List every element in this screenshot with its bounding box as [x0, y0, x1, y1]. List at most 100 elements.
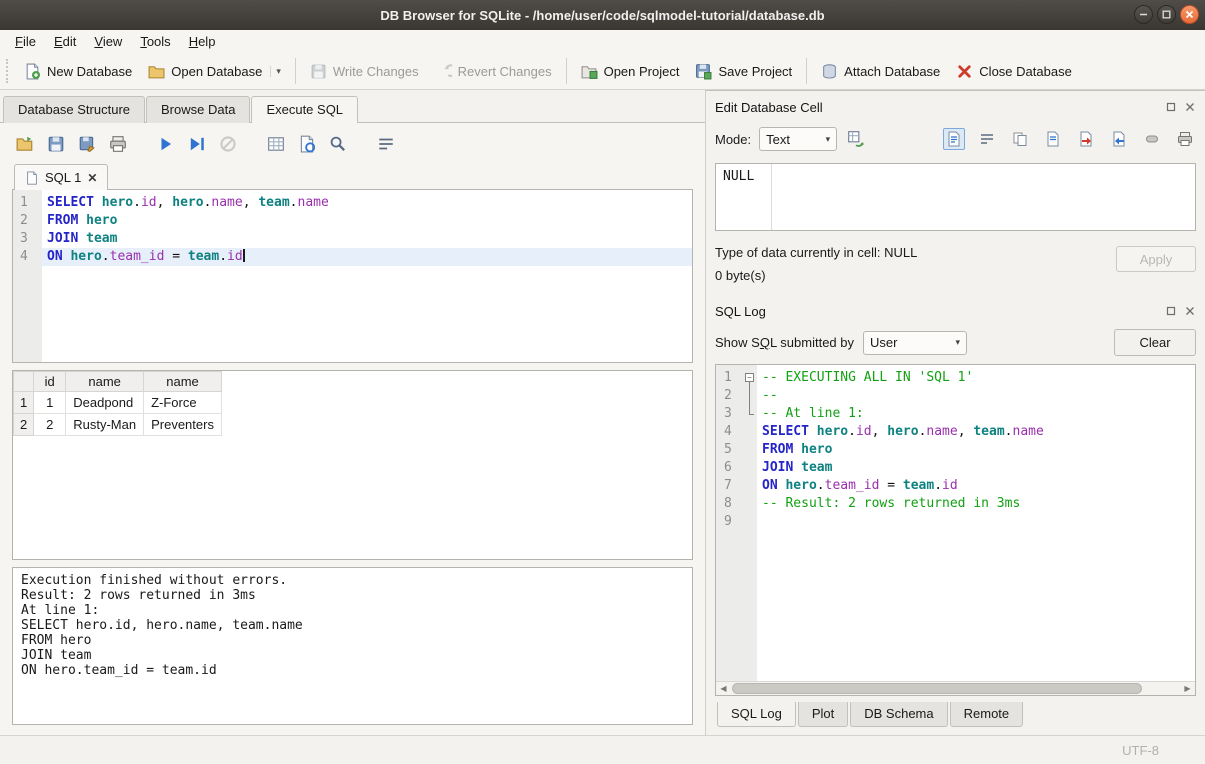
editor-code-area[interactable]: SELECT hero.id, hero.name, team.nameFROM…: [42, 190, 692, 362]
tab-remote[interactable]: Remote: [950, 702, 1024, 727]
word-wrap-cell-button[interactable]: [976, 128, 998, 150]
execute-all-button[interactable]: [155, 133, 177, 155]
menu-file[interactable]: File: [6, 32, 45, 51]
code-line[interactable]: --: [757, 387, 1195, 405]
save-results-button[interactable]: [296, 133, 318, 155]
code-line[interactable]: -- EXECUTING ALL IN 'SQL 1': [757, 369, 1195, 387]
toolbar-handle[interactable]: [6, 59, 10, 83]
code-line[interactable]: -- At line 1:: [757, 405, 1195, 423]
column-header[interactable]: id: [34, 372, 66, 392]
open-sql-file-button[interactable]: [14, 133, 36, 155]
code-line[interactable]: SELECT hero.id, hero.name, team.name: [757, 423, 1195, 441]
sql-log-float-button[interactable]: [1164, 305, 1177, 318]
scroll-left-icon[interactable]: ◀: [716, 682, 731, 695]
set-null-button[interactable]: [1141, 128, 1163, 150]
text-view-button[interactable]: [943, 128, 965, 150]
save-cell-button[interactable]: [1042, 128, 1064, 150]
tab-db-schema[interactable]: DB Schema: [850, 702, 947, 727]
auto-switch-mode-button[interactable]: [845, 128, 867, 150]
result-cell[interactable]: 1: [34, 392, 66, 414]
scrollbar-track[interactable]: [731, 682, 1180, 695]
code-line[interactable]: SELECT hero.id, hero.name, team.name: [42, 194, 692, 212]
export-results-button[interactable]: [265, 133, 287, 155]
copy-cell-button[interactable]: [1009, 128, 1031, 150]
cell-editor[interactable]: NULL: [715, 163, 1196, 231]
log-code-area[interactable]: -- EXECUTING ALL IN 'SQL 1'---- At line …: [757, 365, 1195, 681]
result-cell[interactable]: Deadpond: [66, 392, 144, 414]
line-number: 3: [716, 405, 743, 423]
print-button[interactable]: [107, 133, 129, 155]
save-sql-as-button[interactable]: [76, 133, 98, 155]
sql-tab[interactable]: SQL 1 ✕: [14, 164, 108, 190]
toolbar-separator: [566, 58, 567, 84]
tab-plot[interactable]: Plot: [798, 702, 848, 727]
sql-tab-close-icon[interactable]: ✕: [87, 172, 97, 184]
line-number: 4: [13, 248, 42, 266]
code-line[interactable]: [757, 513, 1195, 531]
attach-database-button[interactable]: Attach Database: [813, 58, 948, 85]
sql-editor[interactable]: 1234 SELECT hero.id, hero.name, team.nam…: [12, 189, 693, 363]
scroll-right-icon[interactable]: ▶: [1180, 682, 1195, 695]
maximize-button[interactable]: [1157, 5, 1176, 24]
code-line[interactable]: -- Result: 2 rows returned in 3ms: [757, 495, 1195, 513]
log-horizontal-scrollbar[interactable]: ◀ ▶: [716, 681, 1195, 695]
export-cell-button[interactable]: [1108, 128, 1130, 150]
close-button[interactable]: [1180, 5, 1199, 24]
fold-marker-icon[interactable]: −: [745, 373, 754, 382]
clear-log-button[interactable]: Clear: [1114, 329, 1196, 356]
find-replace-button[interactable]: [327, 133, 349, 155]
minimize-button[interactable]: [1134, 5, 1153, 24]
code-line[interactable]: FROM hero: [42, 212, 692, 230]
column-header[interactable]: name: [66, 372, 144, 392]
save-project-button[interactable]: Save Project: [687, 58, 800, 85]
scrollbar-thumb[interactable]: [732, 683, 1142, 694]
results-grid[interactable]: idnamename11DeadpondZ-Force22Rusty-ManPr…: [12, 370, 693, 560]
close-database-button[interactable]: Close Database: [948, 58, 1080, 85]
encoding-indicator[interactable]: UTF-8: [1122, 743, 1159, 758]
execute-line-button[interactable]: [186, 133, 208, 155]
menu-view[interactable]: View: [85, 32, 131, 51]
mode-combobox[interactable]: Text ▾: [759, 127, 837, 151]
import-cell-button[interactable]: [1075, 128, 1097, 150]
new-database-button[interactable]: New Database: [16, 58, 140, 85]
result-cell[interactable]: Preventers: [144, 414, 222, 436]
menu-tools[interactable]: Tools: [131, 32, 179, 51]
open-project-button[interactable]: Open Project: [573, 58, 688, 85]
code-line[interactable]: FROM hero: [757, 441, 1195, 459]
save-sql-file-button[interactable]: [45, 133, 67, 155]
print-cell-button[interactable]: [1174, 128, 1196, 150]
line-number: 6: [716, 459, 743, 477]
edit-cell-float-button[interactable]: [1164, 101, 1177, 114]
result-cell[interactable]: 2: [34, 414, 66, 436]
open-database-dropdown[interactable]: ▾: [270, 66, 281, 77]
result-cell[interactable]: Z-Force: [144, 392, 222, 414]
code-line[interactable]: ON hero.team_id = team.id: [42, 248, 692, 266]
save-sql-file-icon: [47, 135, 65, 153]
grid-corner[interactable]: [14, 372, 34, 392]
table-row: 11DeadpondZ-Force: [14, 392, 222, 414]
tab-execute-sql[interactable]: Execute SQL: [251, 96, 358, 123]
word-wrap-button[interactable]: [375, 133, 397, 155]
open-database-button[interactable]: Open Database ▾: [140, 58, 289, 85]
sql-log-title: SQL Log: [715, 304, 766, 319]
tab-database-structure[interactable]: Database Structure: [3, 96, 145, 123]
main-area: Database Structure Browse Data Execute S…: [0, 90, 1205, 735]
import-cell-icon: [1078, 131, 1094, 147]
line-number: 5: [716, 441, 743, 459]
code-line[interactable]: JOIN team: [42, 230, 692, 248]
edit-cell-close-button[interactable]: [1183, 101, 1196, 114]
tab-browse-data[interactable]: Browse Data: [146, 96, 250, 123]
sql-log-close-button[interactable]: [1183, 305, 1196, 318]
column-header[interactable]: name: [144, 372, 222, 392]
code-line[interactable]: JOIN team: [757, 459, 1195, 477]
row-header[interactable]: 2: [14, 414, 34, 436]
row-header[interactable]: 1: [14, 392, 34, 414]
log-fold-margin[interactable]: −: [743, 365, 757, 681]
line-number: 2: [716, 387, 743, 405]
result-cell[interactable]: Rusty-Man: [66, 414, 144, 436]
menu-help[interactable]: Help: [180, 32, 225, 51]
log-source-combobox[interactable]: User ▾: [863, 331, 967, 355]
tab-sql-log[interactable]: SQL Log: [717, 702, 796, 727]
menu-edit[interactable]: Edit: [45, 32, 85, 51]
code-line[interactable]: ON hero.team_id = team.id: [757, 477, 1195, 495]
